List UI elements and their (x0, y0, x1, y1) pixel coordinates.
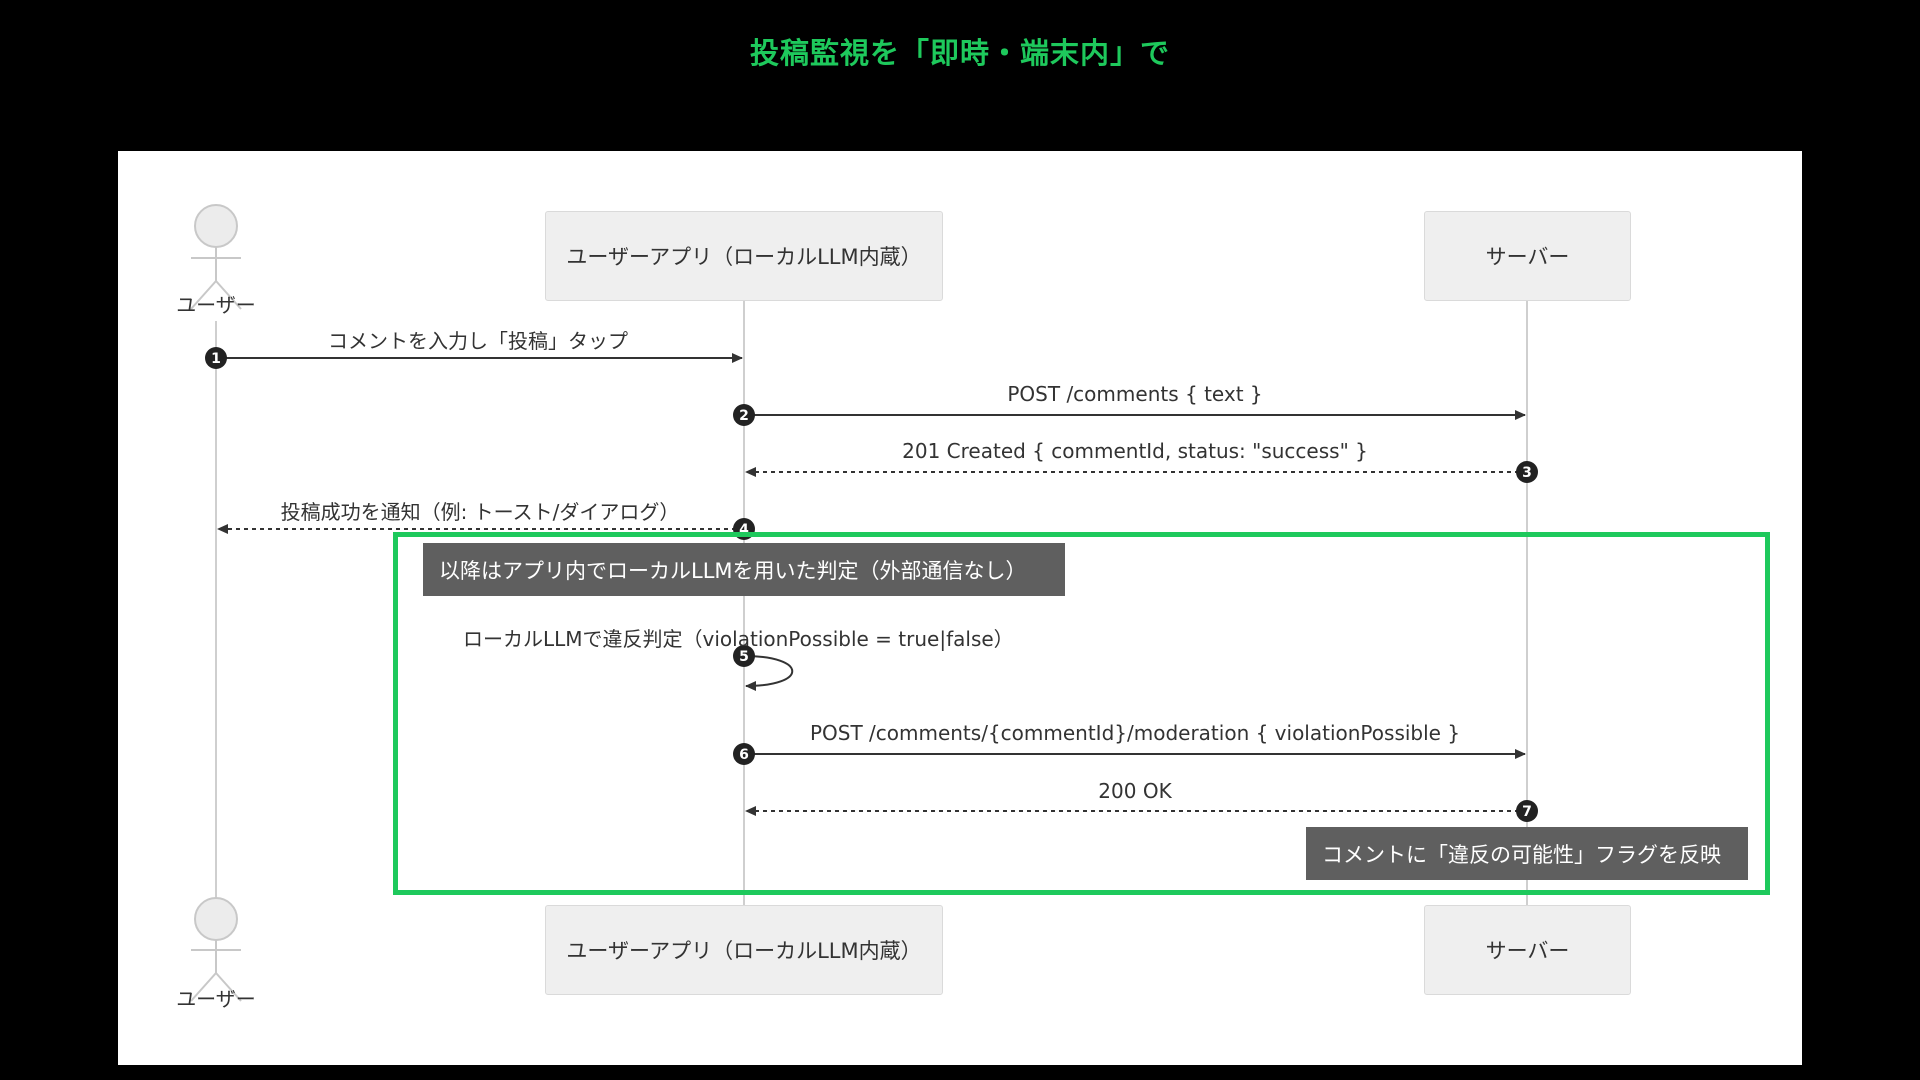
message-1-label: コメントを入力し「投稿」タップ (328, 329, 628, 353)
server-participant-top: サーバー (1424, 211, 1631, 301)
app-participant-top: ユーザーアプリ（ローカルLLM内蔵） (545, 211, 943, 301)
server-participant-bottom: サーバー (1424, 905, 1631, 995)
sequence-diagram: 1 2 3 4 5 6 7 ユーザー ユーザー ユーザーアプリ（ローカルLLM内… (118, 151, 1802, 1065)
sequence-badge-3: 3 (1516, 461, 1538, 483)
user-actor-label-bottom: ユーザー (176, 987, 256, 1011)
svg-text:1: 1 (211, 351, 221, 367)
page-title: 投稿監視を「即時・端末内」で (749, 36, 1170, 70)
user-actor-label-top: ユーザー (176, 293, 256, 317)
message-2-label: POST /comments { text } (1007, 382, 1263, 406)
message-4-label: 投稿成功を通知（例: トースト/ダイアログ） (280, 500, 680, 524)
sequence-badge-2: 2 (733, 404, 755, 426)
svg-text:3: 3 (1522, 465, 1532, 481)
app-participant-bottom: ユーザーアプリ（ローカルLLM内蔵） (545, 905, 943, 995)
local-processing-highlight-frame (393, 532, 1770, 895)
svg-text:2: 2 (739, 408, 749, 424)
sequence-badge-1: 1 (205, 347, 227, 369)
message-3-label: 201 Created { commentId, status: "succes… (902, 439, 1368, 463)
